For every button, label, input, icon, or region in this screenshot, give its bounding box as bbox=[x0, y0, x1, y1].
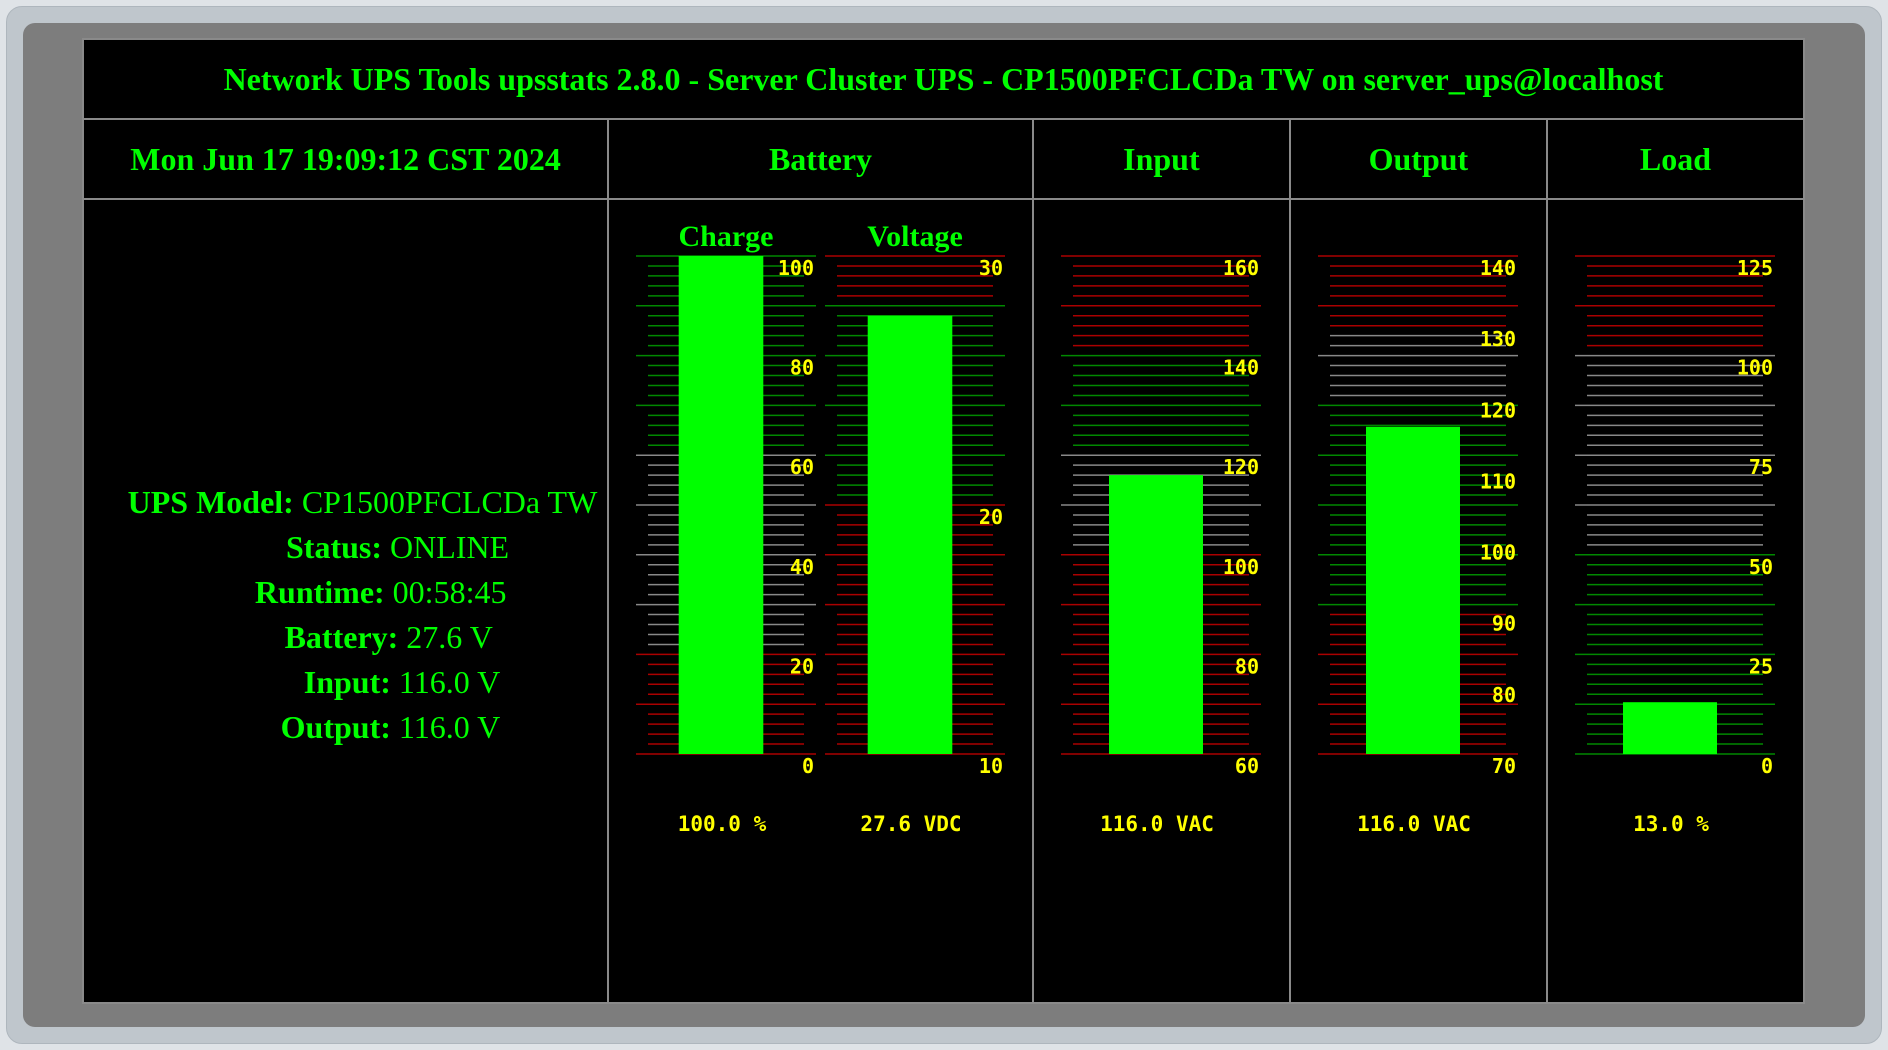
gauge-charge-tick-label: 80 bbox=[790, 356, 814, 380]
info-panel: UPS Model: CP1500PFCLCDa TW Status: ONLINE… bbox=[81, 198, 610, 1004]
info-row-runtime: Runtime: 00:58:45 bbox=[254, 574, 507, 610]
load-gauge-cell: 0 25 50 75 100 125 13.0 % bbox=[1545, 198, 1806, 1004]
battery-header: Battery bbox=[607, 118, 1034, 200]
info-row-input: Input: 116.0 V bbox=[303, 664, 501, 700]
gauge-input-tick-label: 160 bbox=[1223, 256, 1259, 280]
gauge-voltage-value: 27.6 VDC bbox=[861, 812, 962, 836]
gauge-voltage-bar bbox=[867, 315, 953, 754]
info-row-status: Status: ONLINE bbox=[286, 529, 510, 565]
gauge-input: 60 80 100 120 140 160 116.0 VAC bbox=[1060, 255, 1261, 836]
gauge-input-tick-label: 100 bbox=[1223, 555, 1259, 579]
gauge-output-bar bbox=[1365, 426, 1460, 754]
gauge-output-tick-label: 120 bbox=[1480, 398, 1516, 422]
gauge-load-value: 13.0 % bbox=[1633, 812, 1709, 836]
load-header: Load bbox=[1545, 118, 1806, 200]
gauge-output-tick-label: 80 bbox=[1492, 683, 1516, 707]
gauge-input-tick-label: 140 bbox=[1223, 356, 1259, 380]
gauge-output-tick-label: 70 bbox=[1492, 754, 1516, 778]
gauge-voltage-tick-label: 10 bbox=[979, 754, 1003, 778]
info-row-battery: Battery: 27.6 V bbox=[284, 619, 493, 655]
gauge-load-tick-label: 100 bbox=[1737, 356, 1773, 380]
gauge-voltage-label: Voltage bbox=[867, 220, 963, 253]
gauge-charge-tick-label: 20 bbox=[790, 654, 814, 678]
gauge-charge-bar bbox=[678, 256, 764, 754]
gauge-charge-tick-label: 100 bbox=[778, 256, 814, 280]
gauge-voltage-tick-label: 20 bbox=[979, 505, 1003, 529]
gauge-output-tick-label: 140 bbox=[1480, 256, 1516, 280]
gauge-charge: 0 20 40 60 80 100Charge 100.0 % bbox=[636, 220, 817, 836]
gauge-charge-tick-label: 60 bbox=[790, 455, 814, 479]
input-gauge-cell: 60 80 100 120 140 160 116.0 VAC bbox=[1031, 198, 1291, 1004]
gauge-input-tick-label: 60 bbox=[1235, 754, 1259, 778]
gauge-input-value: 116.0 VAC bbox=[1100, 812, 1214, 836]
gauge-input-tick-label: 80 bbox=[1235, 654, 1259, 678]
gauge-charge-tick-label: 0 bbox=[802, 754, 814, 778]
page-title: Network UPS Tools upsstats 2.8.0 - Serve… bbox=[82, 38, 1805, 120]
gauge-voltage-tick-label: 30 bbox=[979, 256, 1003, 280]
input-header: Input bbox=[1031, 118, 1291, 200]
gauge-output-tick-label: 90 bbox=[1492, 612, 1516, 636]
gauge-load-tick-label: 75 bbox=[1749, 455, 1773, 479]
gauge-output-value: 116.0 VAC bbox=[1357, 812, 1471, 836]
gauge-output-tick-label: 110 bbox=[1480, 469, 1516, 493]
load-gauge: 0 25 50 75 100 125 13.0 % bbox=[1574, 255, 1775, 836]
gauge-load-tick-label: 0 bbox=[1761, 754, 1773, 778]
gauge-load-tick-label: 125 bbox=[1737, 256, 1773, 280]
gauge-charge-label: Charge bbox=[679, 220, 774, 253]
gauge-input-bar bbox=[1108, 475, 1203, 754]
gauge-voltage: 10 20 30 Voltage 27.6 VDC bbox=[825, 220, 1006, 836]
gauge-input-tick-label: 120 bbox=[1223, 455, 1259, 479]
gauge-charge-value: 100.0 % bbox=[678, 812, 767, 836]
gauge-load-bar bbox=[1622, 702, 1717, 754]
output-header: Output bbox=[1288, 118, 1548, 200]
battery-gauges: 0 20 40 60 80 100Charge 100.0 % 10 20 30 Voltage 27… bbox=[636, 220, 1006, 836]
gauge-load: 0 25 50 75 100 125 13.0 % bbox=[1574, 255, 1775, 836]
output-gauge-cell: 70 80 90 100 110 120 130 140 116.0 VAC bbox=[1288, 198, 1548, 1004]
output-gauge: 70 80 90 100 110 120 130 140 116.0 VAC bbox=[1317, 255, 1518, 836]
gauge-load-tick-label: 25 bbox=[1749, 654, 1773, 678]
gauge-output-tick-label: 100 bbox=[1480, 541, 1516, 565]
battery-gauges-cell: 0 20 40 60 80 100 Charge 100.0 % 10 20 30 Voltage 27… bbox=[607, 198, 1034, 1004]
info-row-model: UPS Model: CP1500PFCLCDa TW bbox=[127, 484, 598, 520]
gauge-output-tick-label: 130 bbox=[1480, 327, 1516, 351]
gauge-output: 70 80 90 100 110 120 130 140 116.0 VAC bbox=[1317, 255, 1518, 836]
ups-stats-table: Network UPS Tools upsstats 2.8.0 - Serve… bbox=[81, 38, 1806, 1004]
gauge-load-tick-label: 50 bbox=[1749, 555, 1773, 579]
datetime-header: Mon Jun 17 19:09:12 CST 2024 bbox=[81, 118, 610, 200]
input-gauge: 60 80 100 120 140 160 116.0 VAC bbox=[1060, 255, 1261, 836]
gauge-charge-tick-label: 40 bbox=[790, 555, 814, 579]
info-row-output: Output: 116.0 V bbox=[280, 709, 501, 745]
